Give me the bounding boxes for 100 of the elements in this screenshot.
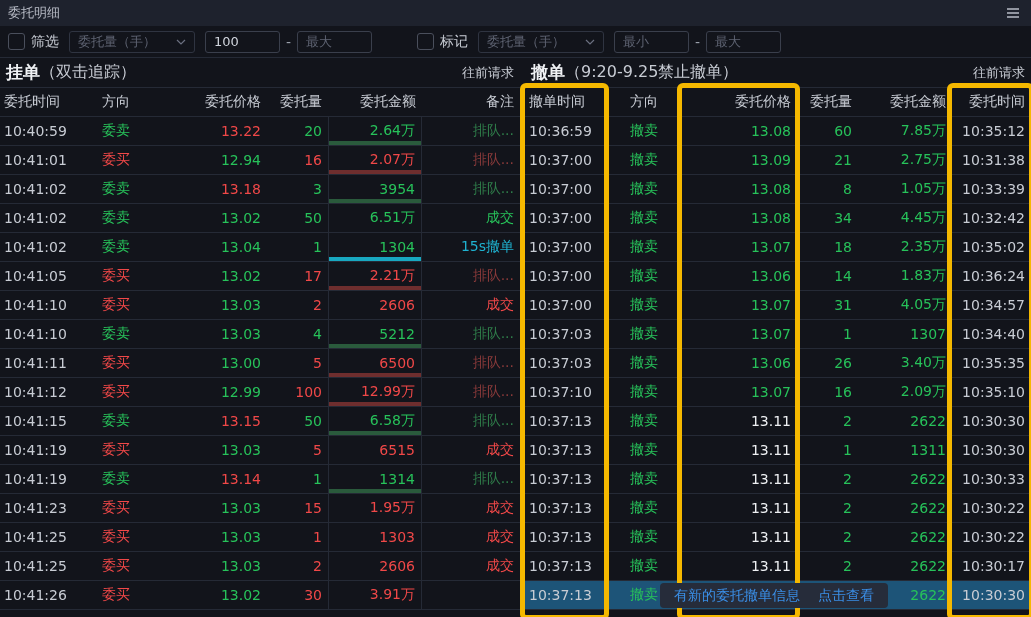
table-cell-text: 16 — [303, 152, 323, 168]
menu-icon[interactable] — [1007, 8, 1019, 18]
table-row[interactable]: 10:37:00 撤卖 13.07 18 2.35万 10:35:02 — [525, 233, 1031, 262]
table-cell-text: 1304 — [378, 239, 416, 255]
table-cell-text: 委卖 — [100, 470, 131, 488]
table-cell-text: 1303 — [378, 529, 416, 545]
table-row[interactable]: 10:37:13 撤卖 13.11 1 1311 10:30:30 — [525, 436, 1031, 465]
column-header: 委托金额 — [359, 93, 417, 111]
table-cell-text: 10:37:00 — [528, 181, 593, 197]
table-cell-text: 2 — [842, 558, 853, 574]
table-cell-text: 13.07 — [749, 384, 792, 400]
load-earlier-link[interactable]: 往前请求 — [973, 63, 1025, 82]
table-cell-text: 10:37:10 — [528, 384, 593, 400]
table-cell-text: 7.85万 — [899, 122, 947, 140]
table-row[interactable]: 10:37:10 撤卖 13.07 16 2.09万 10:35:10 — [525, 378, 1031, 407]
load-earlier-link[interactable]: 往前请求 — [462, 63, 514, 82]
table-cell-text: 撤卖 — [629, 325, 659, 343]
table-cell-text: 50 — [303, 413, 323, 429]
table-cell-text: 13.08 — [749, 123, 792, 139]
input-field[interactable]: 最大 — [297, 30, 373, 53]
input-field[interactable]: 最小 — [614, 30, 690, 53]
table-cell-text: 10:41:15 — [3, 413, 68, 429]
table-row[interactable]: 10:37:13 撤卖 13.11 2 2622 10:30:30 — [525, 407, 1031, 436]
table-cell-text: 13.03 — [219, 529, 262, 545]
table-cell-text: 2.07万 — [368, 151, 416, 169]
table-cell-text: 13.08 — [749, 181, 792, 197]
table-cell-text: 委买 — [100, 151, 131, 169]
table-cell-text: 10:41:02 — [3, 239, 68, 255]
table-row[interactable]: 10:37:13 撤卖 13.11 2 2622 10:30:22 — [525, 523, 1031, 552]
table-cell-text: 13.03 — [219, 442, 262, 458]
input-field[interactable]: 最大 — [706, 30, 782, 53]
table-cell-text: 撤卖 — [629, 586, 659, 604]
table-row[interactable]: 10:37:00 撤卖 13.08 8 1.05万 10:33:39 — [525, 175, 1031, 204]
table-cell-text: 100 — [294, 384, 323, 400]
table-cell-text: 12.94 — [219, 152, 262, 168]
view-link[interactable]: 点击查看 — [818, 586, 874, 605]
table-row[interactable]: 10:37:03 撤卖 13.07 1 1307 10:34:40 — [525, 320, 1031, 349]
table-cell-text: 撤卖 — [629, 296, 659, 314]
panel-title: 挂单 — [6, 61, 40, 84]
table-cell-text: 10:37:03 — [528, 326, 593, 342]
table-cell-text: 13.02 — [219, 587, 262, 603]
column-header: 委托量 — [809, 93, 853, 111]
table-cell-text: 13.07 — [749, 297, 792, 313]
table-cell-text: 17 — [303, 268, 323, 284]
table-cell-text: 10:41:25 — [3, 558, 68, 574]
column-header: 委托时间 — [968, 93, 1026, 111]
table-cell-text: 1 — [842, 442, 853, 458]
table-cell-text: 委卖 — [100, 180, 131, 198]
table-cell-text: 13.22 — [219, 123, 262, 139]
table-cell-text: 撤卖 — [629, 470, 659, 488]
table-cell-text: 10:32:42 — [961, 210, 1026, 226]
table-cell-text: 6500 — [378, 355, 416, 371]
table-cell-text: 撤卖 — [629, 557, 659, 575]
input-field[interactable]: 100 — [205, 30, 280, 53]
table-cell-text: 委卖 — [100, 238, 131, 256]
column-header: 委托量 — [279, 93, 323, 111]
table-cell-text: 1.83万 — [899, 267, 947, 285]
table-cell-text: 15s撤单 — [459, 238, 515, 256]
table-cell-text: 10:37:13 — [528, 471, 593, 487]
table-cell-text: 13.07 — [749, 326, 792, 342]
chevron-down-icon — [176, 38, 186, 45]
table-cell-text: 2606 — [378, 297, 416, 313]
table-cell-text: 成交 — [485, 209, 515, 227]
table-row[interactable]: 10:37:00 撤卖 13.06 14 1.83万 10:36:24 — [525, 262, 1031, 291]
table-cell-text: 10:35:02 — [961, 239, 1026, 255]
table-cell-text: 10:40:59 — [3, 123, 68, 139]
table-cell-text: 委买 — [100, 267, 131, 285]
table-cell-text: 5 — [312, 355, 323, 371]
table-cell-text: 10:37:00 — [528, 239, 593, 255]
table-row[interactable]: 10:37:13 撤卖 13.11 2 2622 10:30:33 — [525, 465, 1031, 494]
table-cell-text: 10:34:40 — [961, 326, 1026, 342]
table-cell-text: 2.35万 — [899, 238, 947, 256]
table-row[interactable]: 10:37:13 撤卖 13.11 2 2622 10:30:22 — [525, 494, 1031, 523]
table-cell-text: 2622 — [909, 558, 947, 574]
checkbox[interactable] — [417, 33, 435, 50]
table-row[interactable]: 10:36:59 撤卖 13.08 60 7.85万 10:35:12 — [525, 117, 1031, 146]
table-row[interactable]: 10:37:00 撤卖 13.07 31 4.05万 10:34:57 — [525, 291, 1031, 320]
table-cell-text: 10:41:01 — [3, 152, 68, 168]
table-cell-text: 10:41:19 — [3, 442, 68, 458]
table-row[interactable]: 10:37:00 撤卖 13.08 34 4.45万 10:32:42 — [525, 204, 1031, 233]
table-cell-text: 13.03 — [219, 326, 262, 342]
table-cell-text: 委卖 — [100, 412, 131, 430]
table-row[interactable]: 10:37:00 撤卖 13.09 21 2.75万 10:31:38 — [525, 146, 1031, 175]
table-cell-text: 12.99 — [219, 384, 262, 400]
table-cell-text: 10:37:03 — [528, 355, 593, 371]
table-cell-text: 10:41:10 — [3, 297, 68, 313]
table-cell-text: 委买 — [100, 528, 131, 546]
table-cell-text: 6515 — [378, 442, 416, 458]
table-cell-text: 撤卖 — [629, 238, 659, 256]
table-cell-text: 10:41:26 — [3, 587, 68, 603]
table-cell-text: 1307 — [909, 326, 947, 342]
table-cell-text: 13.11 — [749, 413, 792, 429]
table-row[interactable]: 10:37:03 撤卖 13.06 26 3.40万 10:35:35 — [525, 349, 1031, 378]
table-cell-text: 16 — [833, 384, 853, 400]
toast-message: 有新的委托撤单信息 — [674, 586, 800, 605]
panel-subtitle: （9:20-9.25禁止撤单） — [565, 62, 739, 83]
table-cell-text: 13.02 — [219, 210, 262, 226]
table-cell-text: 撤卖 — [629, 441, 659, 459]
checkbox[interactable] — [8, 33, 25, 50]
table-cell-text: 10:41:11 — [3, 355, 68, 371]
